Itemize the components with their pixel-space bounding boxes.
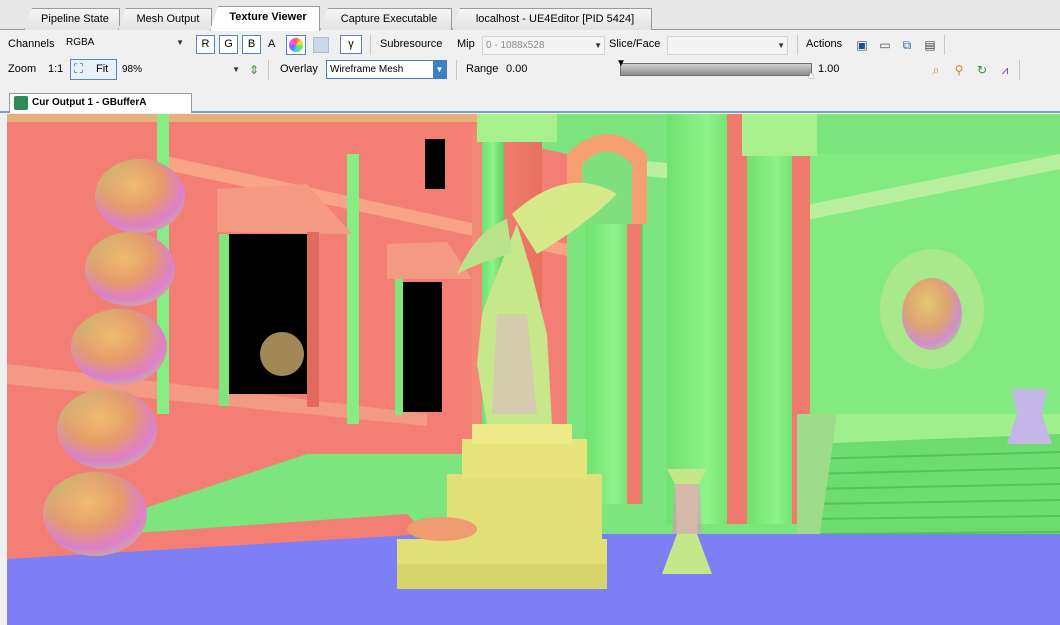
texture-viewport[interactable] — [7, 114, 1060, 625]
chevron-down-icon: ▼ — [176, 38, 184, 47]
overlay-label: Overlay — [280, 63, 318, 75]
tab-label: localhost - UE4Editor [PID 5424] — [475, 13, 635, 25]
range-histogram-slider[interactable] — [620, 63, 812, 76]
export-icon[interactable]: ▭ — [877, 37, 893, 53]
slice-face-select[interactable]: ▼ — [667, 36, 788, 55]
tab-mesh-output[interactable]: Mesh Output — [118, 8, 212, 30]
subresource-label: Subresource — [380, 38, 443, 50]
zoom-icon[interactable]: ⌕ — [928, 62, 944, 78]
chevron-down-icon: ▼ — [433, 61, 446, 78]
pedestal-step — [462, 439, 587, 479]
rgb-color-wheel-icon — [289, 38, 303, 52]
mip-value: 0 - 1088x528 — [486, 40, 545, 51]
tab-capture-executable[interactable]: Capture Executable — [320, 8, 452, 30]
overlay-select[interactable]: Wireframe Mesh ▼ — [326, 60, 447, 79]
tab-label: Texture Viewer — [229, 11, 307, 23]
mip-label: Mip — [457, 38, 475, 50]
window-frame — [307, 232, 319, 407]
tab-localhost-ue4editor[interactable]: localhost - UE4Editor [PID 5424] — [452, 8, 652, 30]
gbuffer-normal-render — [7, 114, 1060, 625]
channels-select[interactable]: RGBA ▼ — [62, 33, 187, 52]
channels-label: Channels — [8, 38, 55, 50]
tab-cur-output-gbuffera[interactable]: Cur Output 1 - GBufferA — [9, 93, 192, 113]
column-shadow — [727, 114, 749, 524]
range-min-value[interactable]: 0.00 — [506, 58, 527, 80]
main-tab-strip: Pipeline State Mesh Output Texture Viewe… — [0, 0, 1060, 31]
flip-icon[interactable]: ⇕ — [246, 62, 262, 78]
range-min-handle[interactable]: ▼ — [616, 58, 626, 69]
save-icon[interactable]: ▣ — [854, 37, 870, 53]
zoom-toolbar: Zoom 1:1 ⛶ Fit 98% ▼ ⇕ Overlay Wireframe… — [0, 58, 1060, 82]
chevron-down-icon: ▼ — [232, 65, 240, 74]
alpha-channel-toggle[interactable]: A — [268, 33, 275, 55]
toolbar-separator — [944, 35, 945, 55]
chevron-down-icon: ▼ — [594, 41, 602, 50]
tab-pipeline-state[interactable]: Pipeline State — [24, 8, 120, 30]
reset-icon[interactable]: ↻ — [974, 62, 990, 78]
upper-window — [425, 139, 445, 189]
medallion-boss — [902, 278, 962, 350]
pedestal-top — [472, 424, 572, 444]
zoom-value: 98% — [122, 64, 143, 75]
mip-select[interactable]: 0 - 1088x528 ▼ — [482, 36, 605, 55]
roof-edge — [7, 114, 477, 122]
toolbar-separator — [456, 60, 457, 80]
view-icon[interactable]: ▤ — [922, 37, 938, 53]
tree-reflection — [260, 332, 304, 376]
tab-texture-viewer[interactable]: Texture Viewer — [210, 6, 320, 31]
blue-channel-toggle[interactable]: B — [242, 35, 261, 54]
fit-icon: ⛶ — [74, 61, 84, 76]
window-frame — [219, 234, 229, 406]
pick-icon[interactable]: ⚲ — [951, 62, 967, 78]
zoom-1to1-button[interactable]: 1:1 — [48, 58, 63, 80]
toolbar-separator — [1019, 60, 1020, 80]
green-channel-toggle[interactable]: G — [219, 35, 238, 54]
texture-icon — [14, 96, 28, 110]
toolbar-separator — [370, 35, 371, 55]
window-frame — [395, 279, 403, 415]
toolbar-separator — [797, 35, 798, 55]
range-max-handle[interactable]: ▲ — [806, 70, 816, 81]
range-max-value[interactable]: 1.00 — [818, 58, 839, 80]
tab-label: Cur Output 1 - GBufferA — [32, 97, 147, 108]
range-label: Range — [466, 63, 499, 75]
red-channel-toggle[interactable]: R — [196, 35, 215, 54]
toolbar-separator — [268, 60, 269, 80]
urn-shading — [672, 484, 702, 534]
gamma-toggle[interactable]: γ — [340, 35, 362, 54]
histogram-icon[interactable]: ⩘ — [997, 62, 1013, 78]
column-shadow — [627, 184, 641, 504]
open-icon[interactable]: ⧉ — [899, 37, 915, 53]
capital — [742, 114, 817, 156]
color-wheel-button[interactable] — [286, 35, 306, 55]
slice-face-label: Slice/Face — [609, 38, 661, 50]
zoom-select[interactable]: 98% ▼ — [118, 60, 243, 79]
texture-tab-strip: Cur Output 1 - GBufferA — [0, 89, 1060, 113]
chevron-down-icon: ▼ — [777, 41, 785, 50]
overlay-value: Wireframe Mesh — [330, 64, 404, 75]
capital — [477, 114, 557, 142]
channels-value: RGBA — [66, 37, 95, 48]
bowl — [407, 517, 477, 541]
window-opening — [402, 282, 442, 412]
actions-label: Actions — [806, 38, 843, 50]
channels-toolbar: Channels RGBA ▼ R G B A γ Subresource Mi… — [0, 33, 1060, 57]
zoom-label: Zoom — [8, 63, 37, 75]
tab-label: Capture Executable — [340, 13, 438, 25]
fit-label: Fit — [96, 63, 109, 75]
lower-step-face — [397, 564, 607, 589]
fit-button[interactable]: ⛶ Fit — [70, 59, 117, 80]
pilaster-edge — [347, 154, 359, 424]
checkerboard-button[interactable] — [313, 37, 329, 53]
tab-label: Pipeline State — [41, 13, 109, 25]
tab-label: Mesh Output — [136, 13, 200, 25]
